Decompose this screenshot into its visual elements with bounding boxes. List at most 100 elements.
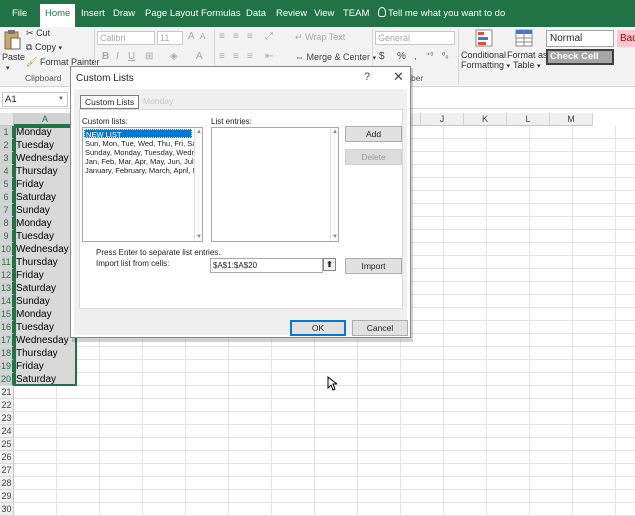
increase-font-icon[interactable]: A <box>188 31 195 42</box>
row-header[interactable]: 15 <box>0 308 14 321</box>
top-align-icon[interactable]: ≡ <box>219 31 225 42</box>
row-header[interactable]: 13 <box>0 282 14 295</box>
conditional-formatting-label-2[interactable]: Formatting ▾ <box>461 60 510 70</box>
scrollbar[interactable]: ▲ ▼ <box>330 128 338 241</box>
bold-button[interactable]: B <box>102 51 109 62</box>
cell-a13[interactable]: Saturday <box>16 282 56 295</box>
close-icon[interactable]: ✕ <box>393 69 404 85</box>
list-item[interactable]: January, February, March, April, Ma <box>84 166 194 175</box>
decrease-decimal-icon[interactable]: ⁰₀ <box>442 51 449 60</box>
scroll-up-icon[interactable]: ▲ <box>332 129 338 135</box>
help-button[interactable]: ? <box>364 71 370 83</box>
cell-a1[interactable]: Monday <box>16 126 52 139</box>
delete-button[interactable]: Delete <box>345 149 402 165</box>
font-color-icon[interactable]: A <box>196 51 203 62</box>
tab-home[interactable]: Home <box>40 4 76 27</box>
cell-a17[interactable]: Wednesday <box>16 334 69 347</box>
merge-center-button[interactable]: ⇔ Merge & Center ▾ <box>295 52 376 62</box>
comma-style-icon[interactable]: , <box>414 51 417 61</box>
row-header[interactable]: 9 <box>0 230 14 243</box>
column-header-a[interactable]: A <box>14 113 77 126</box>
row-header[interactable]: 10 <box>0 243 14 256</box>
cell-a14[interactable]: Sunday <box>16 295 50 308</box>
tab-page-layout[interactable]: Page Layout <box>143 5 200 27</box>
cell-a4[interactable]: Thursday <box>16 165 58 178</box>
cell-a7[interactable]: Sunday <box>16 204 50 217</box>
tab-team[interactable]: TEAM <box>341 5 371 27</box>
format-as-table-label-2[interactable]: Table ▾ <box>513 60 541 70</box>
align-right-icon[interactable]: ≡ <box>247 51 253 62</box>
conditional-formatting-icon[interactable] <box>475 29 493 47</box>
cell-a18[interactable]: Thursday <box>16 347 58 360</box>
style-normal[interactable]: Normal <box>546 30 614 47</box>
cell-a19[interactable]: Friday <box>16 360 44 373</box>
list-item[interactable]: NEW LIST <box>84 129 192 138</box>
custom-lists-listbox[interactable]: NEW LIST Sun, Mon, Tue, Wed, Thu, Fri, S… <box>82 127 203 242</box>
row-header[interactable]: 18 <box>0 347 14 360</box>
list-item[interactable]: Sunday, Monday, Tuesday, Wednesday <box>84 148 194 157</box>
paste-button[interactable] <box>3 29 21 51</box>
row-header[interactable]: 25 <box>0 438 14 451</box>
tab-view[interactable]: View <box>312 5 336 27</box>
row-header[interactable]: 5 <box>0 178 14 191</box>
row-header[interactable]: 7 <box>0 204 14 217</box>
tab-data[interactable]: Data <box>244 5 268 27</box>
copy-button[interactable]: ⧉ Copy ▾ <box>26 42 62 53</box>
row-header[interactable]: 14 <box>0 295 14 308</box>
tell-me-search[interactable]: Tell me what you want to do <box>378 5 505 23</box>
row-header[interactable]: 20 <box>0 373 14 386</box>
scroll-down-icon[interactable]: ▼ <box>196 234 202 240</box>
middle-align-icon[interactable]: ≡ <box>233 31 239 42</box>
column-header-l[interactable]: L <box>507 113 550 126</box>
add-button[interactable]: Add <box>345 126 402 142</box>
column-header-k[interactable]: K <box>464 113 507 126</box>
cell-a16[interactable]: Tuesday <box>16 321 54 334</box>
row-header[interactable]: 8 <box>0 217 14 230</box>
row-header[interactable]: 12 <box>0 269 14 282</box>
row-header[interactable]: 27 <box>0 464 14 477</box>
cell-a6[interactable]: Saturday <box>16 191 56 204</box>
cell-a12[interactable]: Friday <box>16 269 44 282</box>
tab-draw[interactable]: Draw <box>111 5 137 27</box>
scrollbar[interactable]: ▲ ▼ <box>194 128 202 241</box>
cell-a20[interactable]: Saturday <box>16 373 56 386</box>
style-bad[interactable]: Bad <box>617 30 635 47</box>
cell-a2[interactable]: Tuesday <box>16 139 54 152</box>
cell-a15[interactable]: Monday <box>16 308 52 321</box>
scroll-up-icon[interactable]: ▲ <box>196 129 202 135</box>
decrease-font-icon[interactable]: A <box>200 32 205 41</box>
align-center-icon[interactable]: ≡ <box>233 51 239 62</box>
import-range-input[interactable]: $A$1:$A$20 <box>210 258 323 273</box>
format-as-table-label[interactable]: Format as <box>507 50 548 60</box>
cancel-button[interactable]: Cancel <box>352 320 408 336</box>
row-header[interactable]: 24 <box>0 425 14 438</box>
row-header[interactable]: 21 <box>0 386 14 399</box>
format-as-table-icon[interactable] <box>515 29 533 47</box>
row-header[interactable]: 16 <box>0 321 14 334</box>
number-format-dropdown[interactable]: General <box>375 31 455 45</box>
font-name-dropdown[interactable]: Calibri <box>97 31 155 45</box>
row-header[interactable]: 23 <box>0 412 14 425</box>
cell-a5[interactable]: Friday <box>16 178 44 191</box>
fill-color-icon[interactable]: ◈ <box>170 51 178 62</box>
conditional-formatting-label[interactable]: Conditional <box>461 50 506 60</box>
ok-button[interactable]: OK <box>290 320 346 336</box>
cell-a8[interactable]: Monday <box>16 217 52 230</box>
tab-custom-lists[interactable]: Custom Lists <box>80 95 140 109</box>
row-header[interactable]: 30 <box>0 503 14 516</box>
tab-review[interactable]: Review <box>274 5 309 27</box>
currency-button[interactable]: $ <box>379 51 385 62</box>
orientation-icon[interactable]: ⤢ <box>265 31 273 42</box>
column-header-m[interactable]: M <box>550 113 593 126</box>
align-left-icon[interactable]: ≡ <box>219 51 225 62</box>
row-header[interactable]: 11 <box>0 256 14 269</box>
cell-a10[interactable]: Wednesday <box>16 243 69 256</box>
row-header[interactable]: 1 <box>0 126 14 139</box>
percent-button[interactable]: % <box>397 51 406 62</box>
tab-insert[interactable]: Insert <box>79 5 107 27</box>
cut-button[interactable]: ✂ Cut <box>26 28 50 39</box>
row-header[interactable]: 17 <box>0 334 14 347</box>
list-entries-textbox[interactable]: ▲ ▼ <box>211 127 339 242</box>
row-header[interactable]: 2 <box>0 139 14 152</box>
cell-a9[interactable]: Tuesday <box>16 230 54 243</box>
